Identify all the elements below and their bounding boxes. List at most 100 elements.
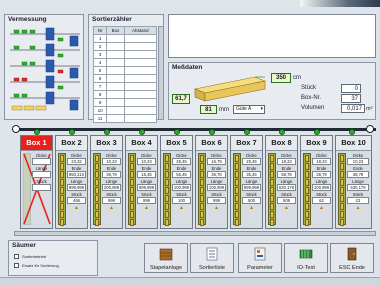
row-number: 2 bbox=[92, 42, 108, 51]
table-scrollbar[interactable] bbox=[158, 26, 164, 120]
box-2[interactable]: Box 2 Dicke 23,32 Ende 950,210 Länge 999… bbox=[55, 135, 88, 229]
warning-arrow-icon: ▲ bbox=[355, 205, 361, 211]
table-row[interactable]: 4 bbox=[92, 58, 158, 67]
table-row[interactable]: 1 bbox=[92, 34, 158, 43]
abstand-cell bbox=[123, 50, 158, 59]
ende-value: 950,210 bbox=[67, 171, 86, 178]
header-photo-strip bbox=[300, 0, 380, 7]
dicke-value: 18,23 bbox=[312, 158, 331, 165]
track-right-end-icon[interactable] bbox=[366, 125, 374, 133]
table-row[interactable]: 6 bbox=[92, 74, 158, 83]
warning-arrow-icon: ▲ bbox=[284, 205, 289, 211]
stack-icon bbox=[268, 153, 276, 226]
ende-value: 38,79 bbox=[312, 171, 331, 178]
box-7[interactable]: Box 7 Dicke 25,45 Ende 35,45 Länge 999,9… bbox=[230, 135, 263, 229]
box-cell bbox=[106, 66, 125, 75]
quality-select-value: Güte A bbox=[236, 106, 252, 112]
table-row[interactable]: 10 bbox=[92, 106, 158, 115]
chevron-down-icon: ▾ bbox=[260, 106, 263, 112]
row-number: 3 bbox=[92, 50, 108, 59]
io-test-button[interactable]: IO-Test bbox=[284, 243, 328, 273]
box-3[interactable]: Box 3 Dicke 10,23 Ende 38,79 Länge 200,9… bbox=[90, 135, 123, 229]
boxes-scrollbar[interactable] bbox=[14, 231, 376, 236]
dicke-value: 10,23 bbox=[347, 158, 369, 165]
box-cell bbox=[106, 58, 125, 67]
stack-icon bbox=[198, 153, 206, 226]
saeumer-panel: Säumer Sortierbetrieb Ersatz für Sortier… bbox=[8, 240, 98, 276]
sortierzaehler-title: Sortierzähler bbox=[92, 16, 132, 23]
table-row[interactable]: 2 bbox=[92, 42, 158, 51]
track-left-end-icon[interactable] bbox=[12, 125, 20, 133]
abstand-cell bbox=[123, 42, 158, 51]
table-row[interactable]: 3 bbox=[92, 50, 158, 59]
box-title: Box 9 bbox=[301, 136, 332, 151]
esc-ende-button[interactable]: ESC Ende bbox=[330, 243, 374, 273]
row-number: 5 bbox=[92, 66, 108, 75]
status-bar bbox=[0, 277, 380, 286]
vermessung-title: Vermessung bbox=[8, 16, 47, 23]
ersatz-checkbox[interactable] bbox=[14, 263, 19, 268]
volumen-label: Volumen bbox=[301, 105, 325, 111]
warning-arrow-icon: ▲ bbox=[74, 205, 79, 211]
laenge-value: 999,999 bbox=[242, 184, 261, 191]
ende-value: 15,45 bbox=[137, 171, 156, 178]
box-title: Box 1 bbox=[21, 136, 52, 151]
ende-value: 35,45 bbox=[242, 171, 261, 178]
quality-select[interactable]: Güte A ▾ bbox=[233, 105, 265, 114]
table-row[interactable]: 9 bbox=[92, 98, 158, 107]
dicke-value: 18,23 bbox=[277, 158, 296, 165]
laenge-value bbox=[32, 171, 51, 178]
length-field: 350 bbox=[271, 73, 291, 83]
abstand-cell bbox=[123, 58, 158, 67]
message-display bbox=[168, 14, 376, 58]
table-row[interactable]: 11 bbox=[92, 114, 158, 123]
box-1[interactable]: Box 1 Dicke Länge Stück bbox=[20, 135, 53, 229]
sortierzaehler-table: Nr Box Abstand 1 2 3 4 5 6 7 8 9 10 11 bbox=[92, 26, 158, 123]
box-info: Dicke 23,32 Ende 950,210 Länge 999,999 S… bbox=[67, 153, 86, 211]
stapelanlage-button[interactable]: Stapelanlage bbox=[144, 243, 188, 273]
warning-arrow-icon: ▲ bbox=[109, 205, 114, 211]
column-header-abstand: Abstand bbox=[123, 26, 158, 35]
dicke-value bbox=[32, 158, 51, 165]
stueck-value: 23 bbox=[347, 197, 369, 204]
box-cell bbox=[106, 74, 125, 83]
box-9[interactable]: Box 9 Dicke 18,23 Ende 38,79 Länge 100,9… bbox=[300, 135, 333, 229]
box-title: Box 10 bbox=[336, 136, 371, 151]
stueck-value bbox=[32, 184, 51, 191]
box-title: Box 7 bbox=[231, 136, 262, 151]
sortierliste-button[interactable]: Sortierliste bbox=[190, 243, 234, 273]
warning-arrow-icon: ▲ bbox=[214, 205, 219, 211]
sortierbetrieb-checkbox[interactable] bbox=[14, 254, 19, 259]
volumen-unit: m³ bbox=[366, 106, 373, 112]
table-row[interactable]: 5 bbox=[92, 66, 158, 75]
box-info: Dicke 10,23 Ende 15,45 Länge 999,999 Stü… bbox=[137, 153, 156, 211]
saeumer-title: Säumer bbox=[12, 242, 36, 249]
table-row[interactable]: 8 bbox=[92, 90, 158, 99]
boxnr-field: 37 bbox=[341, 94, 361, 103]
box-4[interactable]: Box 4 Dicke 10,23 Ende 15,45 Länge 999,9… bbox=[125, 135, 158, 229]
ersatz-label: Ersatz für Sortierung bbox=[22, 263, 59, 268]
parameter-button[interactable]: Parameter bbox=[238, 243, 282, 273]
ende-value: 35,78 bbox=[207, 171, 226, 178]
box-6[interactable]: Box 6 Dicke 15,79 Ende 35,78 Länge 100,9… bbox=[195, 135, 228, 229]
boxnr-label: Box-Nr. bbox=[301, 95, 322, 101]
box-info: Dicke 18,23 Ende 58,78 Länge 530,178 Stü… bbox=[277, 153, 296, 211]
stack-icon bbox=[93, 153, 101, 226]
table-row[interactable]: 7 bbox=[92, 82, 158, 91]
parameter-icon bbox=[254, 247, 266, 261]
ende-value: 58,78 bbox=[277, 171, 296, 178]
io-test-icon bbox=[299, 249, 313, 259]
dicke-value: 25,45 bbox=[172, 158, 191, 165]
dicke-value: 23,32 bbox=[67, 158, 86, 165]
ende-value: 38,79 bbox=[102, 171, 121, 178]
box-5[interactable]: Box 5 Dicke 25,45 Ende 55,45 Länge 100,9… bbox=[160, 135, 193, 229]
box-8[interactable]: Box 8 Dicke 18,23 Ende 58,78 Länge 530,1… bbox=[265, 135, 298, 229]
box-info: Dicke 25,45 Ende 55,45 Länge 100,999 Stü… bbox=[172, 153, 191, 211]
sortierzaehler-panel: Sortierzähler Nr Box Abstand 1 2 3 4 5 6… bbox=[88, 14, 164, 123]
stueck-value: 100 bbox=[172, 197, 191, 204]
row-number: 10 bbox=[92, 106, 108, 115]
dicke-value: 25,45 bbox=[242, 158, 261, 165]
stueck-value: 999 bbox=[102, 197, 121, 204]
abstand-cell bbox=[123, 66, 158, 75]
box-10[interactable]: Box 10 Dicke 10,23 Ende 38,79 Länge 530,… bbox=[335, 135, 372, 229]
